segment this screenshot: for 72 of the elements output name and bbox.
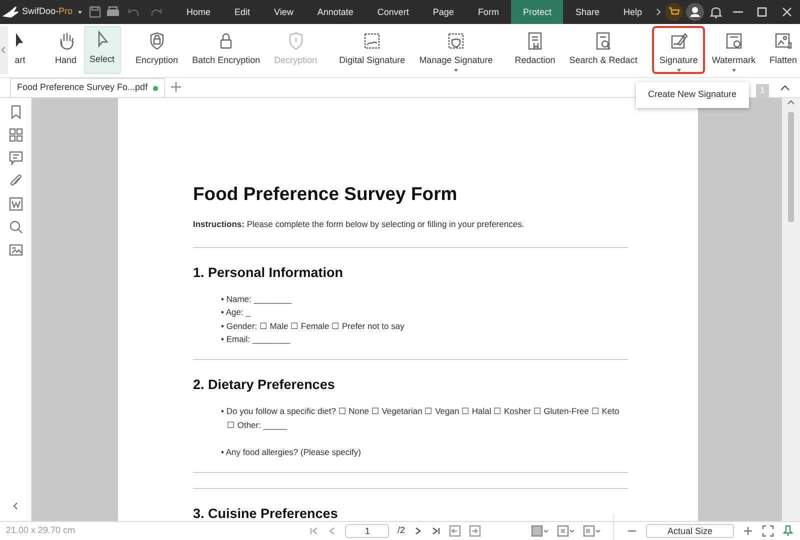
list-item: • Gender: ☐ Male ☐ Female ☐ Prefer not to say: [221, 320, 406, 333]
ribbon-button[interactable]: Manage Signature: [412, 26, 500, 74]
cart-icon[interactable]: [664, 2, 684, 22]
back-icon[interactable]: [449, 525, 461, 537]
document-title: Food Preference Survey Form: [193, 182, 458, 206]
image-document-icon: [773, 31, 794, 51]
scroll-left-button[interactable]: [0, 26, 8, 74]
comment-icon[interactable]: [8, 150, 24, 166]
menu-tab[interactable]: Page: [420, 0, 466, 24]
ribbon-button[interactable]: Search & Redact: [562, 26, 644, 74]
menu-tab[interactable]: Form: [466, 0, 511, 24]
menu-item[interactable]: Create New Signature: [648, 88, 737, 102]
last-page-icon[interactable]: [431, 526, 441, 536]
ribbon-button[interactable]: Watermark: [704, 26, 763, 74]
fullscreen-icon[interactable]: [762, 525, 774, 537]
page-layout-icon[interactable]: [557, 525, 575, 537]
ribbon-button[interactable]: Hand: [48, 26, 84, 74]
menu-tab[interactable]: View: [262, 0, 306, 24]
ribbon-button[interactable]: Flatten: [762, 26, 800, 74]
app-name-text: SwifDoo-: [22, 5, 59, 18]
grid-icon[interactable]: [8, 127, 24, 143]
menu-tab[interactable]: Edit: [222, 0, 262, 24]
ribbon-button[interactable]: Redaction: [508, 26, 562, 74]
caret-icon: [676, 68, 682, 72]
forward-icon[interactable]: [469, 525, 481, 537]
save-icon[interactable]: [86, 5, 103, 19]
caret-icon: [452, 68, 459, 72]
list-item: • Email: ________: [221, 333, 292, 346]
instructions-text: Instructions: Please complete the form below by selecting or filling in your preferences.: [193, 218, 526, 230]
list-item: • Age: _: [221, 306, 252, 320]
ribbon-button[interactable]: Digital Signature: [332, 26, 412, 74]
first-page-icon[interactable]: [309, 526, 320, 536]
next-page-icon[interactable]: [413, 526, 423, 536]
zoom-field[interactable]: Actual Size: [646, 524, 734, 538]
section-heading: 1. Personal Information: [193, 264, 344, 282]
scroll-thumb[interactable]: [788, 112, 794, 222]
app-edition: Pro: [58, 5, 73, 18]
background-pattern-icon[interactable]: [531, 525, 549, 537]
menu-tab[interactable]: Annotate: [305, 0, 366, 24]
list-item: • Do you follow a specific diet? ☐ None ☐ Vegetarian ☐ Vegan ☐ Halal ☐ Kosher ☐ Gluten-Free ☐ Keto ☐ Other: _____: [221, 405, 620, 432]
search-icon[interactable]: [8, 219, 24, 235]
page-number-field[interactable]: 1: [345, 524, 390, 538]
watermark-document-icon: [724, 31, 744, 51]
list-item: • Any food allergies? (Please specify): [221, 446, 362, 459]
user-icon[interactable]: [684, 2, 706, 22]
document-tab[interactable]: Food Preference Survey Fo...pdf: [10, 78, 165, 97]
pin-icon[interactable]: [782, 525, 794, 537]
zoom-in-icon[interactable]: [742, 525, 754, 537]
shield-document-icon: [446, 31, 466, 51]
menu-tab[interactable]: Home: [174, 0, 222, 24]
pen-document-icon: [668, 31, 689, 51]
list-item: • Name: ________: [221, 292, 293, 306]
signature-document-icon: [362, 31, 382, 51]
ribbon-button[interactable]: art: [8, 26, 40, 74]
ribbon-button[interactable]: Batch Encryption: [185, 26, 268, 74]
ribbon-button[interactable]: Select: [84, 26, 121, 74]
section-heading: 3. Cuisine Preferences: [193, 504, 339, 521]
section-heading: 2. Dietary Preferences: [193, 376, 336, 394]
page-size-text: 21.00 x 29.70 cm: [6, 524, 76, 538]
ribbon-button[interactable]: Signature: [652, 26, 705, 74]
menu-tab[interactable]: Help: [611, 0, 654, 24]
menu-tab[interactable]: Share: [563, 0, 612, 24]
image-icon[interactable]: [8, 242, 24, 258]
menu-tab[interactable]: Protect: [510, 0, 564, 24]
word-document-icon[interactable]: [8, 196, 24, 212]
page-total-text: /2: [397, 524, 405, 538]
page-fit-icon[interactable]: [583, 525, 601, 537]
chevron-left-icon: [0, 45, 8, 55]
caret-icon: [730, 68, 737, 72]
menu-tab[interactable]: Convert: [365, 0, 421, 24]
chevron-left-icon[interactable]: [10, 501, 20, 511]
ribbon-button[interactable]: Encryption: [128, 26, 186, 74]
